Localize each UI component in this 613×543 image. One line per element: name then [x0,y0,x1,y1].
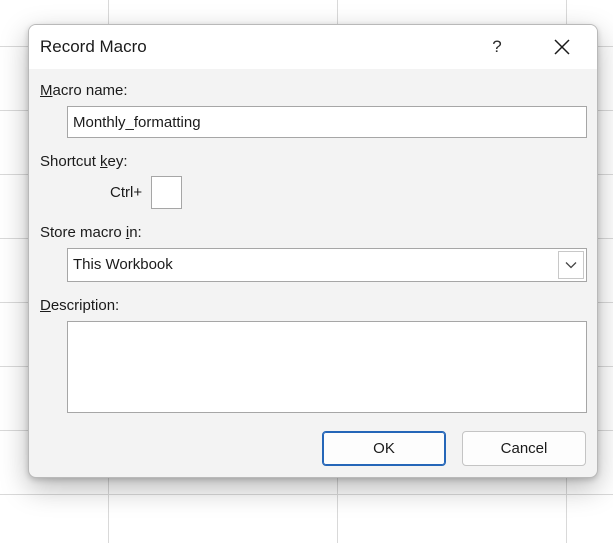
store-macro-label: Store macro in: [40,224,142,241]
close-icon [554,39,570,55]
help-icon: ? [492,37,502,56]
dropdown-arrow-button[interactable] [558,251,584,279]
close-button[interactable] [539,29,585,65]
shortcut-key-label: Shortcut key: [40,153,128,170]
macro-name-value: Monthly_formatting [73,113,201,131]
ctrl-label: Ctrl+ [110,184,143,201]
store-macro-selected: This Workbook [73,256,173,273]
description-label: Description: [40,297,120,314]
dialog-titlebar: Record Macro ? [29,25,597,69]
macro-name-label: Macro name: [40,82,128,99]
record-macro-dialog: Record Macro ? Macro name: Monthly_forma… [28,24,598,478]
description-textarea[interactable] [67,321,587,413]
store-macro-dropdown[interactable]: This Workbook [67,248,587,282]
dialog-title: Record Macro [40,37,147,56]
cancel-button[interactable]: Cancel [462,431,586,466]
macro-name-input[interactable]: Monthly_formatting [67,106,587,138]
shortcut-key-input[interactable] [151,176,182,209]
chevron-down-icon [565,262,577,269]
ok-button[interactable]: OK [322,431,446,466]
help-button[interactable]: ? [475,29,519,65]
